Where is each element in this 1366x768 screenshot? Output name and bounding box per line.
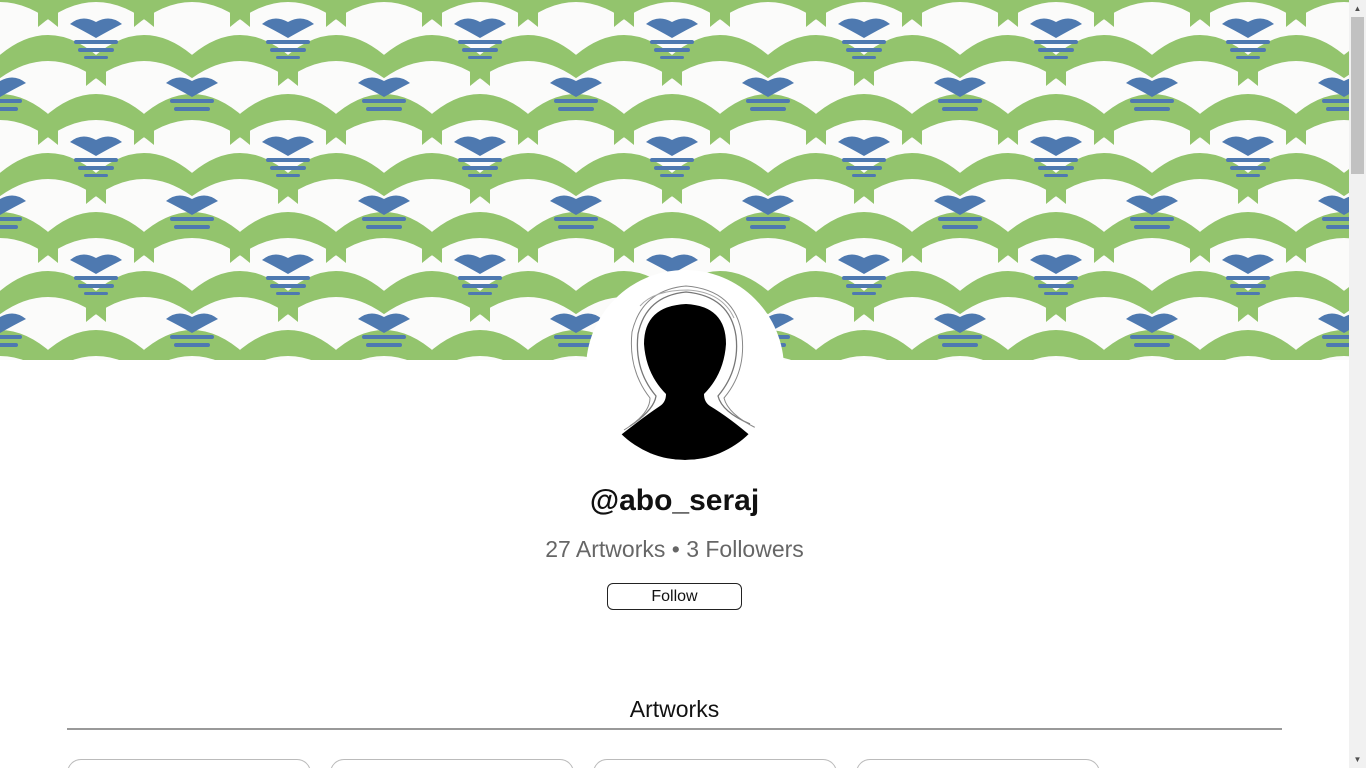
profile-stats: 27 Artworks • 3 Followers [545, 536, 804, 562]
artwork-card[interactable] [330, 759, 574, 768]
artwork-card[interactable] [593, 759, 837, 768]
vertical-scrollbar[interactable]: ▲ ▼ [1349, 0, 1366, 768]
profile-username: @abo_seraj [589, 484, 760, 517]
follow-button[interactable]: Follow [607, 583, 742, 610]
avatar[interactable] [594, 278, 776, 460]
artwork-card[interactable] [856, 759, 1100, 768]
scroll-up-arrow-icon[interactable]: ▲ [1349, 0, 1366, 17]
artworks-heading: Artworks [629, 696, 720, 722]
scroll-down-arrow-icon[interactable]: ▼ [1349, 751, 1366, 768]
artworks-divider [67, 728, 1282, 730]
scrollbar-thumb[interactable] [1351, 17, 1364, 174]
default-user-silhouette-icon [594, 278, 776, 460]
artwork-card[interactable] [67, 759, 311, 768]
profile-page: @abo_seraj 27 Artworks • 3 Followers Fol… [0, 0, 1349, 768]
